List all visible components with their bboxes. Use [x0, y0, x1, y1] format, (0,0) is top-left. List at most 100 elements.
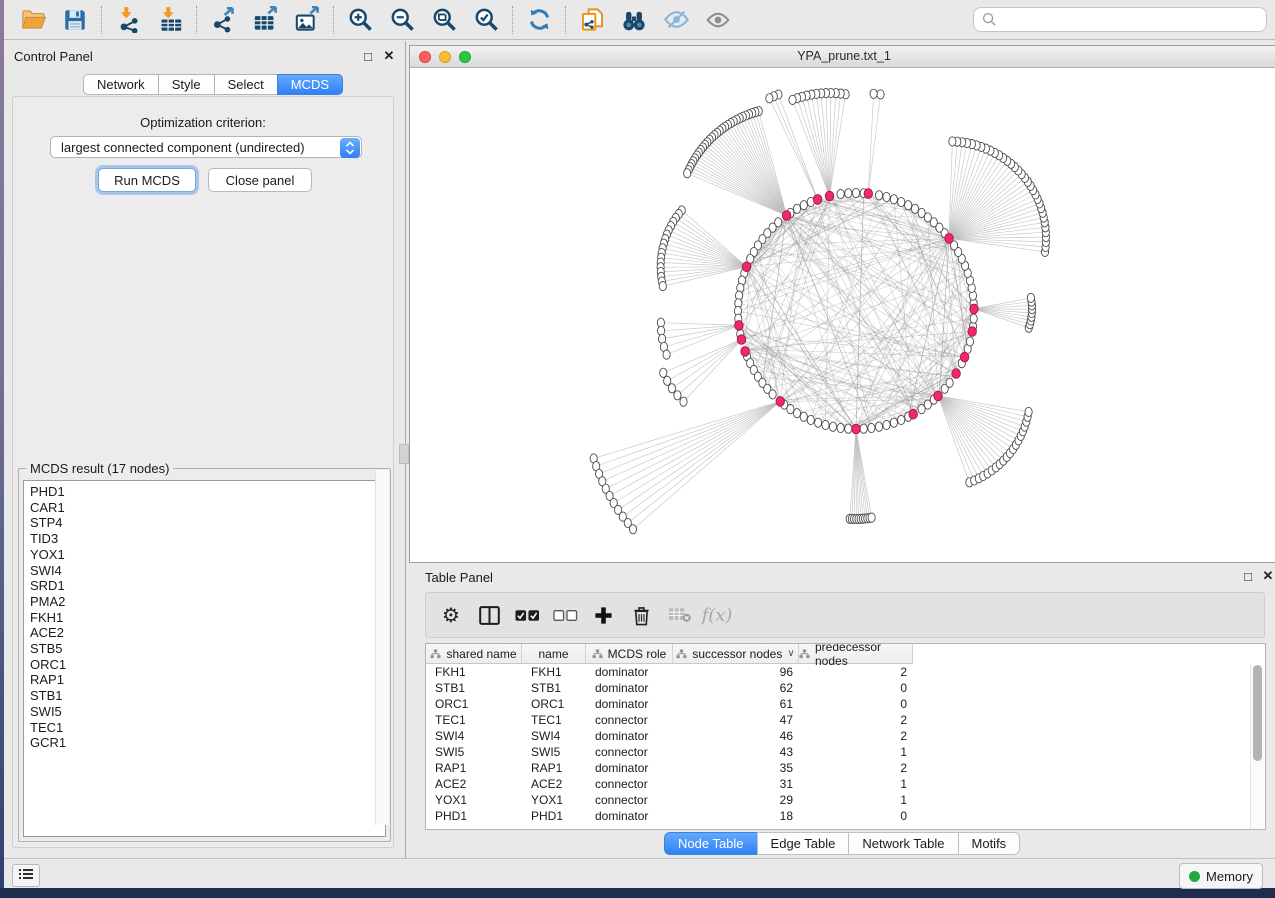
mcds-result-item[interactable]: RAP1 [30, 672, 385, 688]
split-columns-icon[interactable] [476, 602, 502, 628]
float-table-panel-icon[interactable]: □ [1240, 569, 1256, 584]
function-icon: f(x) [704, 602, 730, 628]
table-panel-title: Table Panel [425, 570, 493, 585]
table-cell: connector [586, 793, 673, 807]
table-cell: 2 [799, 665, 913, 679]
tab-network[interactable]: Network [83, 74, 158, 95]
search-icon [982, 12, 997, 27]
table-scrollbar[interactable] [1250, 665, 1264, 830]
export-network-icon[interactable] [208, 5, 238, 35]
tab-node-table[interactable]: Node Table [664, 832, 757, 855]
task-history-button[interactable] [12, 864, 40, 887]
table-cell: 61 [673, 697, 799, 711]
delete-column-icon[interactable] [628, 602, 654, 628]
mcds-result-item[interactable]: YOX1 [30, 547, 385, 563]
vertical-splitter-grip[interactable] [399, 444, 409, 464]
mcds-result-item[interactable]: STP4 [30, 515, 385, 531]
column-header-shared-name[interactable]: shared name [426, 644, 522, 664]
export-table-icon[interactable] [250, 5, 280, 35]
float-panel-icon[interactable]: □ [360, 49, 376, 64]
open-session-icon[interactable] [18, 5, 48, 35]
mcds-result-item[interactable]: PHD1 [30, 484, 385, 500]
tab-network-table[interactable]: Network Table [848, 832, 957, 855]
zoom-in-icon[interactable] [345, 5, 375, 35]
table-row[interactable]: YOX1YOX1connector291 [426, 792, 1265, 808]
tab-mcds[interactable]: MCDS [277, 74, 343, 95]
control-panel-title: Control Panel [14, 49, 93, 64]
tab-edge-table[interactable]: Edge Table [757, 832, 849, 855]
mcds-result-item[interactable]: TEC1 [30, 720, 385, 736]
memory-button[interactable]: Memory [1179, 863, 1263, 889]
mcds-result-item[interactable]: GCR1 [30, 735, 385, 751]
tab-select[interactable]: Select [214, 74, 277, 95]
network-canvas[interactable] [410, 68, 1275, 562]
column-header-name[interactable]: name [522, 644, 586, 664]
table-cell: TEC1 [522, 713, 586, 727]
zoom-out-icon[interactable] [387, 5, 417, 35]
search-input[interactable] [1003, 11, 1258, 28]
table-cell: RAP1 [522, 761, 586, 775]
table-row[interactable]: ACE2ACE2connector311 [426, 776, 1265, 792]
table-scrollbar-thumb[interactable] [1253, 665, 1262, 761]
table-cell: 96 [673, 665, 799, 679]
close-table-panel-icon[interactable]: ✕ [1260, 568, 1275, 584]
column-label: successor nodes [692, 647, 782, 661]
close-panel-button[interactable]: Close panel [208, 168, 312, 192]
export-image-icon[interactable] [292, 5, 322, 35]
toolbar-separator [101, 6, 102, 34]
table-row[interactable]: SWI4SWI4dominator462 [426, 728, 1265, 744]
hide-panel-icon[interactable] [661, 5, 691, 35]
table-row[interactable]: RAP1RAP1dominator352 [426, 760, 1265, 776]
gear-icon[interactable]: ⚙ [438, 602, 464, 628]
zoom-selected-icon[interactable] [471, 5, 501, 35]
table-row[interactable]: ORC1ORC1dominator610 [426, 696, 1265, 712]
refresh-icon[interactable] [524, 5, 554, 35]
column-header-predecessor-nodes[interactable]: predecessor nodes [799, 644, 913, 664]
deselect-all-icon[interactable] [552, 602, 578, 628]
run-mcds-button[interactable]: Run MCDS [98, 168, 196, 192]
table-row[interactable]: SWI5SWI5connector431 [426, 744, 1265, 760]
import-network-icon[interactable] [113, 5, 143, 35]
toolbar-separator [333, 6, 334, 34]
search-network-icon[interactable] [619, 5, 649, 35]
table-cell: ACE2 [522, 777, 586, 791]
table-row[interactable]: PHD1PHD1dominator180 [426, 808, 1265, 824]
mcds-result-item[interactable]: SRD1 [30, 578, 385, 594]
add-column-icon[interactable] [590, 602, 616, 628]
mcds-result-item[interactable]: ACE2 [30, 625, 385, 641]
criterion-value: largest connected component (undirected) [61, 140, 305, 155]
table-row[interactable]: FKH1FKH1dominator962 [426, 664, 1265, 680]
mcds-result-item[interactable]: PMA2 [30, 594, 385, 610]
table-cell: dominator [586, 681, 673, 695]
eye-icon[interactable] [703, 5, 733, 35]
duplicate-network-icon[interactable] [577, 5, 607, 35]
column-header-successor-nodes[interactable]: successor nodes∨ [673, 644, 799, 664]
column-header-MCDS-role[interactable]: MCDS role [586, 644, 673, 664]
mcds-result-item[interactable]: ORC1 [30, 657, 385, 673]
table-row[interactable]: TEC1TEC1connector472 [426, 712, 1265, 728]
tab-style[interactable]: Style [158, 74, 214, 95]
select-all-icon[interactable] [514, 602, 540, 628]
network-window-titlebar[interactable]: YPA_prune.txt_1 [410, 46, 1275, 68]
mcds-result-item[interactable]: SWI4 [30, 563, 385, 579]
close-panel-icon[interactable]: ✕ [381, 48, 397, 64]
tab-motifs[interactable]: Motifs [958, 832, 1021, 855]
zoom-fit-icon[interactable] [429, 5, 459, 35]
table-cell: 1 [799, 745, 913, 759]
mcds-result-list[interactable]: PHD1CAR1STP4TID3YOX1SWI4SRD1PMA2FKH1ACE2… [23, 480, 386, 837]
mcds-result-item[interactable]: SWI5 [30, 704, 385, 720]
mcds-result-item[interactable]: FKH1 [30, 610, 385, 626]
table-cell: 18 [673, 809, 799, 823]
org-chart-icon [799, 649, 810, 659]
mcds-result-item[interactable]: STB1 [30, 688, 385, 704]
mcds-result-item[interactable]: TID3 [30, 531, 385, 547]
save-session-icon[interactable] [60, 5, 90, 35]
table-cell: dominator [586, 665, 673, 679]
table-row[interactable]: STB1STB1dominator620 [426, 680, 1265, 696]
mcds-result-item[interactable]: CAR1 [30, 500, 385, 516]
search-box[interactable] [973, 7, 1267, 32]
mcds-result-item[interactable]: STB5 [30, 641, 385, 657]
criterion-dropdown[interactable]: largest connected component (undirected) [50, 136, 362, 158]
mcds-list-scrollbar[interactable] [375, 470, 389, 825]
import-table-icon[interactable] [155, 5, 185, 35]
